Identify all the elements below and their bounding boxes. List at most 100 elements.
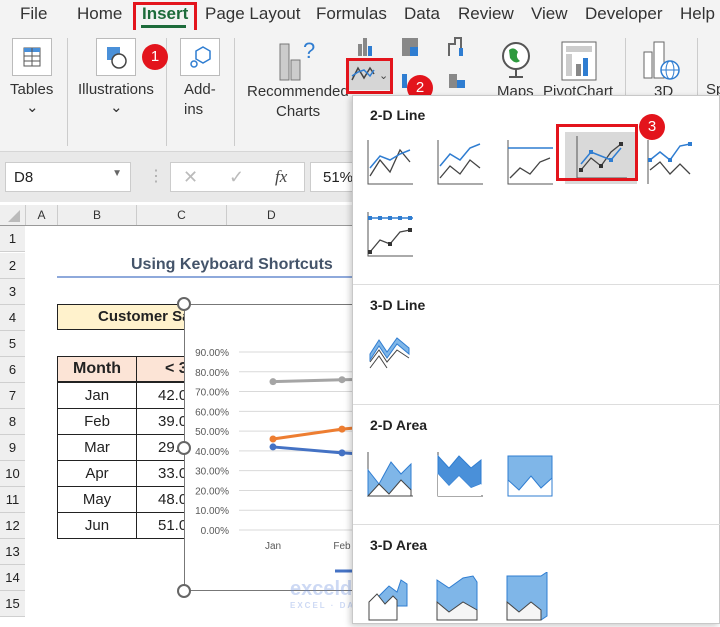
stacked-line-option[interactable]: [435, 138, 485, 188]
chevron-down-icon[interactable]: ⌄: [26, 98, 39, 116]
row-header[interactable]: 9: [0, 435, 25, 461]
section-3d-line: 3-D Line: [370, 297, 426, 313]
tab-page-layout[interactable]: Page Layout: [205, 4, 300, 24]
row-header[interactable]: 6: [0, 357, 25, 383]
stacked-area-option[interactable]: [435, 450, 485, 500]
tab-review[interactable]: Review: [458, 4, 514, 24]
row-header[interactable]: 15: [0, 591, 25, 617]
highlight-line-chart: [346, 58, 393, 94]
3d-stacked-area-option[interactable]: [435, 572, 485, 622]
column-header-a[interactable]: A: [25, 205, 57, 226]
addins-button[interactable]: [180, 38, 220, 76]
month-cell[interactable]: May: [57, 486, 137, 513]
name-box[interactable]: D8 ▼: [5, 162, 131, 192]
3d-area-icon: [368, 579, 408, 621]
row-header[interactable]: 8: [0, 409, 25, 435]
tab-data[interactable]: Data: [404, 4, 440, 24]
resize-handle[interactable]: [177, 584, 191, 598]
tab-home[interactable]: Home: [77, 4, 122, 24]
3d-line-option[interactable]: [365, 328, 415, 378]
month-cell[interactable]: Apr: [57, 460, 137, 487]
data-point-blue: [269, 443, 277, 451]
recommended-charts-icon: ?: [279, 38, 315, 81]
row-header[interactable]: 1: [0, 226, 25, 252]
row-header[interactable]: 12: [0, 513, 25, 539]
column-header-c[interactable]: C: [136, 205, 226, 226]
100-stacked-line-option[interactable]: [505, 138, 555, 188]
select-all-corner[interactable]: [0, 205, 25, 226]
y-tick-label: 20.00%: [195, 486, 229, 497]
addins-label-1[interactable]: Add-: [184, 81, 216, 98]
100-stacked-area-icon: [507, 455, 553, 497]
data-point-blue: [338, 449, 346, 457]
line-icon: [367, 140, 413, 185]
recommended-charts-label-1[interactable]: Recommended: [247, 83, 349, 100]
stacked-line-markers-option[interactable]: [645, 138, 695, 188]
row-header[interactable]: 5: [0, 331, 25, 357]
x-tick-label: Feb: [333, 541, 351, 552]
resize-handle[interactable]: [177, 297, 191, 311]
row-header[interactable]: 10: [0, 461, 25, 487]
name-box-value: D8: [14, 169, 34, 186]
stacked-line-markers-icon: [647, 140, 692, 184]
month-cell[interactable]: Feb: [57, 408, 137, 435]
month-header-cell[interactable]: Month: [57, 356, 137, 382]
table-button[interactable]: [12, 38, 52, 76]
cancel-icon[interactable]: ✕: [183, 167, 198, 188]
y-tick-label: 80.00%: [195, 368, 229, 379]
pivotchart-label[interactable]: PivotChart: [543, 83, 613, 95]
x-tick-label: Jan: [265, 541, 281, 552]
tab-help[interactable]: Help: [680, 4, 715, 24]
tab-developer[interactable]: Developer: [585, 4, 663, 24]
100-stacked-line-icon: [507, 140, 553, 185]
table-icon: [23, 47, 41, 67]
table-header-cell[interactable]: Customer Satisfaction: [57, 304, 197, 330]
row-header[interactable]: 3: [0, 279, 25, 305]
addins-label-2[interactable]: ins: [184, 101, 203, 118]
recommended-charts-label-2[interactable]: Charts: [276, 103, 320, 120]
maps-icon: [502, 42, 530, 78]
divider: [234, 38, 235, 146]
step-badge-3: 3: [639, 114, 665, 140]
section-2d-line: 2-D Line: [370, 107, 426, 123]
3d-area-option[interactable]: [365, 572, 415, 622]
area-option[interactable]: [365, 450, 415, 500]
chevron-down-icon[interactable]: ⌄: [110, 98, 123, 116]
maps-label[interactable]: Maps: [497, 83, 534, 95]
3d-map-label[interactable]: 3D: [654, 83, 673, 95]
stacked-area-icon: [437, 452, 483, 497]
3d-100-stacked-area-option[interactable]: [505, 571, 555, 622]
100-stacked-line-markers-option[interactable]: [365, 210, 415, 260]
fx-icon[interactable]: fx: [275, 167, 287, 187]
dropdown-arrow-icon[interactable]: ▼: [112, 168, 122, 179]
3d-map-icon: [643, 41, 680, 80]
resize-handle[interactable]: [177, 441, 191, 455]
tab-view[interactable]: View: [531, 4, 568, 24]
month-cell[interactable]: Mar: [57, 434, 137, 461]
row-header[interactable]: 11: [0, 487, 25, 513]
illustrations-label[interactable]: Illustrations: [78, 81, 154, 98]
row-header[interactable]: 4: [0, 305, 25, 331]
month-cell[interactable]: Jun: [57, 512, 137, 539]
y-tick-label: 50.00%: [195, 427, 229, 438]
svg-text:?: ?: [303, 38, 315, 63]
month-cell[interactable]: Jan: [57, 382, 137, 409]
row-header[interactable]: 14: [0, 565, 25, 591]
shapes-icon: [107, 47, 127, 69]
line-chart-option[interactable]: [365, 138, 415, 188]
100-stacked-area-option[interactable]: [505, 450, 555, 500]
y-tick-label: 30.00%: [195, 467, 229, 478]
header-divider: [0, 225, 360, 226]
divider: [67, 38, 68, 146]
illustrations-button[interactable]: [96, 38, 136, 76]
row-header[interactable]: 7: [0, 383, 25, 409]
row-header[interactable]: 13: [0, 539, 25, 565]
enter-icon[interactable]: ✓: [229, 167, 244, 188]
column-header-d[interactable]: D: [226, 205, 356, 226]
row-header[interactable]: 2: [0, 253, 25, 279]
tables-label[interactable]: Tables: [10, 81, 53, 98]
divider: [353, 284, 720, 285]
tab-file[interactable]: File: [20, 4, 47, 24]
tab-formulas[interactable]: Formulas: [316, 4, 387, 24]
column-header-b[interactable]: B: [57, 205, 136, 226]
